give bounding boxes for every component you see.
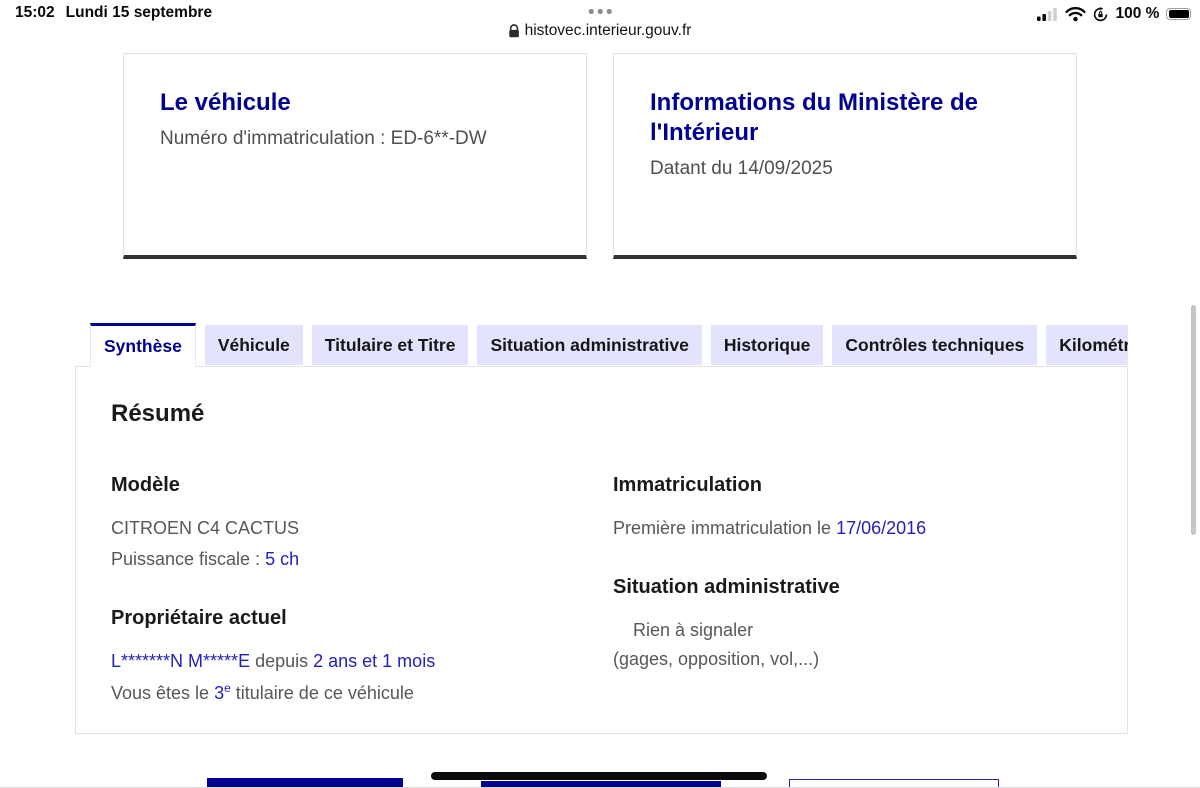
summary-right-column: Immatriculation Première immatriculation… (613, 473, 1092, 704)
holder-prefix: Vous êtes le (111, 683, 215, 703)
wifi-icon (1065, 6, 1087, 22)
situation-status: Rien à signaler (633, 620, 754, 640)
vehicle-card-body: Numéro d'immatriculation : ED-6**-DW (160, 128, 487, 149)
ministry-card: Informations du Ministère de l'Intérieur… (613, 53, 1077, 259)
holder-suffix: titulaire de ce véhicule (230, 683, 414, 703)
owner-name: L*******N M*****E (111, 651, 251, 671)
vehicle-card-title: Le véhicule (160, 89, 291, 116)
tab-synthese[interactable]: Synthèse (90, 323, 196, 367)
situation-heading: Situation administrative (613, 576, 840, 598)
status-date: Lundi 15 septembre (65, 4, 213, 21)
fiscal-power-value: 5 ch (265, 549, 300, 569)
summary-left-column: Modèle CITROEN C4 CACTUS Puissance fisca… (111, 473, 613, 704)
orientation-lock-icon (1093, 6, 1108, 22)
address-bar[interactable]: histovec.interieur.gouv.fr (509, 22, 692, 40)
ministry-card-title: Informations du Ministère de l'Intérieur (650, 89, 979, 146)
tab-kilometrage[interactable]: Kilométrage (1046, 325, 1128, 365)
registration-heading: Immatriculation (613, 474, 762, 496)
first-registration-label: Première immatriculation le (613, 518, 837, 538)
model-heading: Modèle (111, 474, 180, 496)
ipad-safari-screen: 15:02 Lundi 15 septembre histovec.interi… (0, 0, 1200, 788)
padlock-icon (509, 24, 520, 38)
vehicle-card: Le véhicule Numéro d'immatriculation : E… (123, 53, 587, 259)
tab-controles-techniques[interactable]: Contrôles techniques (832, 325, 1038, 365)
status-right: 100 % (1037, 5, 1192, 23)
owner-line: L*******N M*****E depuis 2 ans et 1 mois (111, 651, 613, 672)
fiscal-power-line: Puissance fiscale : 5 ch (111, 549, 613, 570)
owner-heading: Propriétaire actuel (111, 607, 287, 629)
cellular-signal-icon (1037, 7, 1058, 21)
vertical-scrollbar[interactable] (1191, 305, 1196, 535)
ministry-card-body: Datant du 14/09/2025 (650, 158, 833, 179)
situation-note: (gages, opposition, vol,...) (613, 649, 820, 669)
battery-icon (1166, 7, 1192, 21)
tabs-container: Synthèse Véhicule Titulaire et Titre Sit… (75, 323, 1128, 734)
tab-historique[interactable]: Historique (710, 325, 824, 365)
tab-situation-administrative[interactable]: Situation administrative (477, 325, 702, 365)
holder-line: Vous êtes le 3e titulaire de ce véhicule (111, 678, 613, 704)
holder-rank: 3e (214, 681, 231, 703)
home-indicator[interactable] (431, 772, 767, 780)
battery-percent: 100 % (1115, 5, 1160, 22)
summary-title: Résumé (111, 400, 205, 427)
tab-vehicule[interactable]: Véhicule (204, 325, 303, 365)
owner-since-value: 2 ans et 1 mois (313, 651, 436, 671)
tab-titulaire-et-titre[interactable]: Titulaire et Titre (311, 325, 469, 365)
owner-since-label: depuis (250, 651, 314, 671)
clock: 15:02 (15, 4, 55, 21)
status-bar: 15:02 Lundi 15 septembre histovec.interi… (0, 0, 1200, 46)
first-registration-date: 17/06/2016 (836, 518, 927, 538)
model-name: CITROEN C4 CACTUS (111, 518, 300, 538)
first-registration-line: Première immatriculation le 17/06/2016 (613, 518, 1092, 539)
url-text: histovec.interieur.gouv.fr (524, 22, 692, 39)
status-left: 15:02 Lundi 15 septembre (15, 4, 212, 22)
multitask-ellipsis-icon[interactable] (588, 9, 612, 14)
summary-panel: Résumé Modèle CITROEN C4 CACTUS Puissanc… (75, 366, 1128, 734)
tab-bar: Synthèse Véhicule Titulaire et Titre Sit… (75, 323, 1128, 367)
fiscal-power-label: Puissance fiscale : (111, 549, 266, 569)
